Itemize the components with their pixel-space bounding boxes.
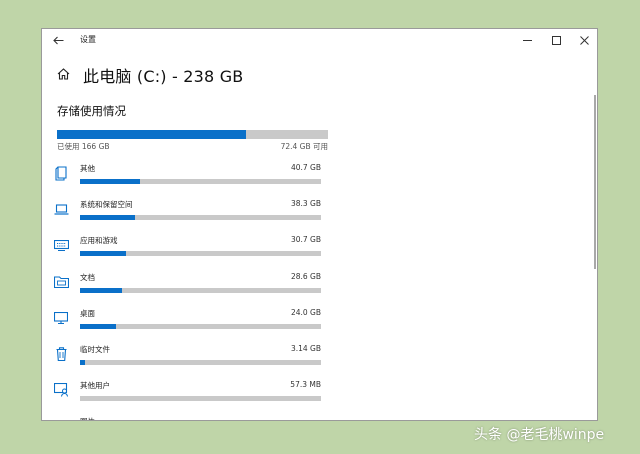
category-name: 图片 (80, 416, 95, 420)
category-name: 临时文件 (80, 345, 110, 354)
category-name: 应用和游戏 (80, 236, 118, 246)
window-title: 设置 (80, 35, 96, 44)
scrollbar[interactable] (594, 95, 596, 269)
category-row[interactable]: 临时文件 3.14 GB (42, 343, 342, 377)
category-usage-bar (80, 287, 321, 293)
close-icon (579, 35, 589, 45)
category-size: 3.14 GB (290, 344, 321, 353)
page-title: 此电脑 (C:) - 238 GB (83, 67, 244, 86)
title-bar: 设置 (42, 29, 597, 51)
maximize-icon (551, 35, 561, 45)
category-row[interactable]: 其他 40.7 GB (42, 162, 342, 196)
category-usage-fill (80, 251, 126, 257)
folder-icon (53, 274, 69, 290)
category-usage-bar (80, 251, 321, 257)
total-usage-bar (57, 130, 328, 139)
category-name: 文档 (80, 272, 95, 282)
category-size: 38.3 GB (290, 199, 321, 209)
category-row[interactable]: 应用和游戏 30.7 GB (42, 234, 342, 268)
category-size: 40.7 GB (290, 163, 321, 172)
settings-window: 设置 此电脑 (C:) - 238 GB 存储使用情况 已使用 166 GB 7… (41, 28, 598, 421)
category-name: 其他用户 (80, 381, 110, 391)
keyboard-icon (53, 237, 69, 253)
category-size: 57.3 MB (290, 380, 321, 390)
user-icon (53, 382, 69, 398)
category-usage-fill (80, 215, 136, 221)
category-row[interactable]: 系统和保留空间 38.3 GB (42, 198, 342, 232)
category-size: 28.6 GB (290, 271, 321, 281)
category-name: 桌面 (80, 308, 95, 318)
category-row[interactable]: 桌面 24.0 GB (42, 307, 342, 341)
category-usage-fill (80, 360, 85, 365)
category-usage-bar (80, 179, 321, 184)
trash-icon (53, 346, 69, 362)
category-usage-fill (80, 179, 141, 184)
laptop-icon (53, 201, 69, 217)
storage-section-title: 存储使用情况 (57, 104, 126, 118)
category-name: 其他 (80, 164, 95, 173)
category-size: 24.0 GB (290, 307, 321, 317)
home-button[interactable] (55, 66, 71, 82)
category-usage-bar (80, 215, 321, 221)
back-arrow-icon (52, 36, 63, 44)
category-usage-bar (80, 323, 321, 329)
category-row[interactable]: 图片 (42, 415, 342, 420)
maximize-button[interactable] (547, 32, 565, 48)
category-usage-fill (80, 323, 117, 329)
category-row[interactable]: 文档 28.6 GB (42, 271, 342, 305)
minimize-icon (522, 39, 532, 41)
back-button[interactable] (50, 32, 66, 48)
home-icon (57, 68, 69, 80)
other-icon (53, 165, 69, 181)
category-size: 30.7 GB (290, 235, 321, 245)
watermark: 头条 @老毛桃winpe (474, 427, 605, 443)
category-row[interactable]: 其他用户 57.3 MB (42, 379, 342, 413)
total-usage-fill (57, 130, 246, 139)
monitor-icon (53, 310, 69, 326)
picture-icon (53, 418, 69, 420)
minimize-button[interactable] (518, 32, 536, 48)
available-space-label: 72.4 GB 可用 (280, 142, 328, 151)
category-usage-bar (80, 360, 321, 365)
close-button[interactable] (575, 32, 593, 48)
category-name: 系统和保留空间 (80, 200, 133, 210)
category-usage-bar (80, 396, 321, 402)
category-usage-fill (80, 287, 123, 293)
used-space-label: 已使用 166 GB (57, 142, 110, 151)
